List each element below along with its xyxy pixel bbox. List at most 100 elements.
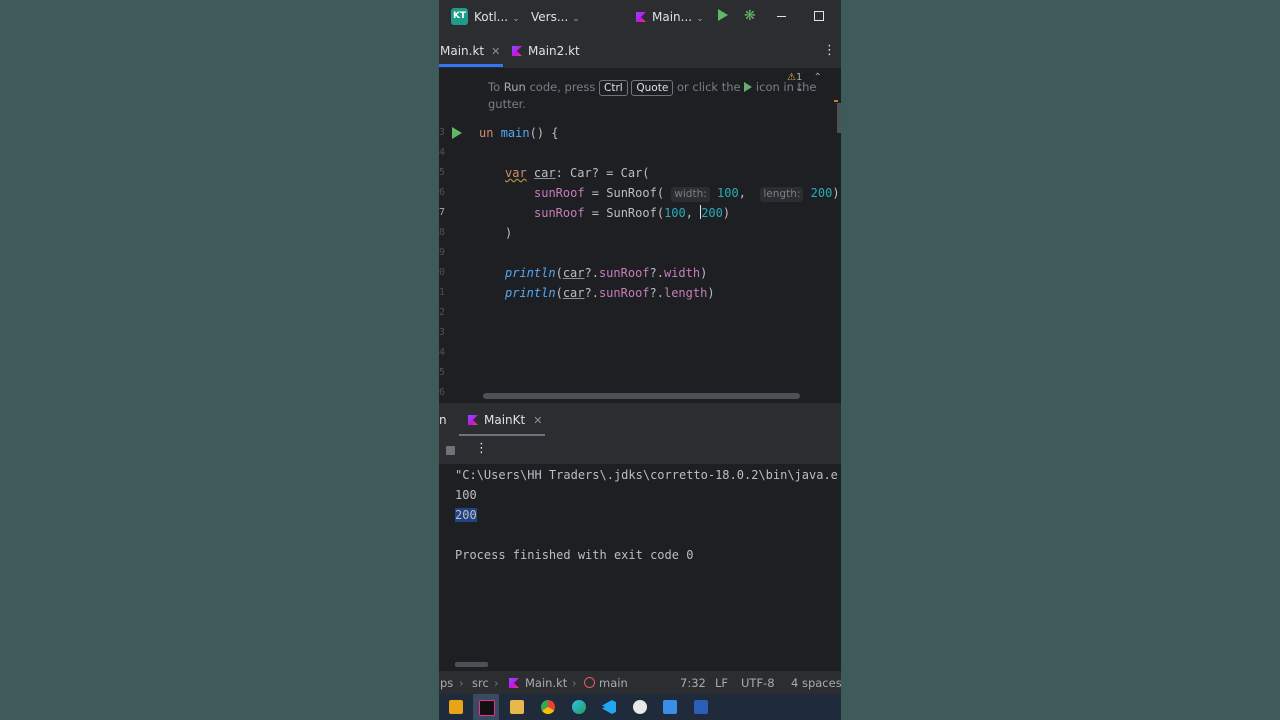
parameter-hint: length: [760,187,804,202]
run-tab-mainkt[interactable]: MainKt ✕ [468,413,542,427]
code-line: sunRoof = SunRoof( width: 100, length: 2… [534,186,840,202]
tab-label: Main.kt [440,44,485,58]
intellij-icon[interactable] [479,700,495,716]
line-number: 3 [439,127,446,138]
run-tab-label: MainKt [484,413,526,427]
run-config-label: Main... [652,10,693,24]
line-number: 9 [439,247,446,258]
selected-text: 200 [455,508,477,522]
breadcrumb-label: Main.kt [525,676,568,690]
kotlin-file-icon [509,678,519,688]
code-line-current: sunRoof = SunRoof(100, 200) [534,205,731,220]
breadcrumb-function[interactable]: main [584,676,628,690]
code-editor[interactable]: ⚠1 ⌃ ⌄ To Run code, press Ctrl Quote or … [439,68,841,402]
hint-text: or click the [673,80,745,94]
line-number: 6 [439,187,446,198]
line-number: 3 [439,327,446,338]
title-bar: KT Kotl... ⌄ Vers... ⌄ Main... ⌄ ❋ [439,0,841,34]
breadcrumb-separator: › [572,676,577,690]
more-options-icon[interactable]: ⋮ [475,441,488,456]
close-icon[interactable]: ✕ [491,45,500,58]
horizontal-scrollbar[interactable] [455,662,488,667]
word-icon[interactable] [694,700,708,714]
vscode-icon[interactable] [602,700,616,714]
minimize-icon[interactable] [777,16,786,17]
run-icon[interactable] [718,9,728,21]
hint-run: Run [503,80,526,94]
chrome-icon[interactable] [541,700,555,714]
breadcrumb-item[interactable]: src [472,676,489,690]
breadcrumb-file[interactable]: Main.kt [509,676,567,690]
code-line: println(car?.sunRoof?.width) [505,266,708,280]
run-tool-window-header: n MainKt ✕ [439,402,841,437]
android-studio-icon[interactable] [633,700,647,714]
line-number: 4 [439,347,446,358]
photos-icon[interactable] [663,700,677,714]
function-error-icon [584,677,595,688]
chevron-down-icon: ⌄ [512,14,520,24]
tab-main2-kt[interactable]: Main2.kt [512,44,580,58]
project-name: Kotl... [474,10,509,24]
horizontal-scrollbar[interactable] [483,393,800,399]
ide-window: KT Kotl... ⌄ Vers... ⌄ Main... ⌄ ❋ Main.kt ✕… [439,0,841,720]
line-number: 6 [439,387,446,398]
breadcrumb-separator: › [459,676,464,690]
vcs-label: Vers... [531,10,569,24]
project-badge[interactable]: KT [451,8,468,25]
breadcrumb-separator: › [494,676,499,690]
vcs-selector[interactable]: Vers... ⌄ [531,10,580,24]
code-line: println(car?.sunRoof?.length) [505,286,715,300]
edge-icon[interactable] [572,700,586,714]
run-panel-title: n [439,413,447,427]
tab-label: Main2.kt [528,44,580,58]
close-icon[interactable]: ✕ [533,414,542,427]
file-explorer-icon[interactable] [510,700,524,714]
status-bar: ps › src › Main.kt › main 7:32 LF UTF-8 … [439,670,841,695]
active-tab-indicator [439,64,503,67]
indent-setting[interactable]: 4 spaces [791,676,841,690]
warning-stripe[interactable] [834,100,838,102]
chevron-down-icon: ⌄ [696,14,704,24]
maximize-icon[interactable] [814,11,824,21]
run-gutter-icon[interactable] [452,127,462,139]
code-line: ) [505,226,513,240]
code-line: un main() { [479,126,559,140]
run-toolbar: ⋮ [439,436,841,464]
project-selector[interactable]: Kotl... ⌄ [474,10,520,24]
key-ctrl: Ctrl [599,80,628,96]
debug-icon[interactable]: ❋ [744,8,756,24]
line-number-current: 7 [439,207,446,218]
console-line: "C:\Users\HH Traders\.jdks\corretto-18.0… [455,468,838,482]
sublime-text-icon[interactable] [449,700,463,714]
kotlin-file-icon [636,12,646,22]
caret-position[interactable]: 7:32 [680,676,706,690]
kotlin-file-icon [512,46,522,56]
run-hint: To Run code, press Ctrl Quote or click t… [488,79,828,113]
breadcrumb-item[interactable]: ps [440,676,453,690]
hint-text: To [488,80,504,94]
line-number: 1 [439,287,446,298]
chevron-down-icon: ⌄ [572,14,580,24]
code-line: var car: Car? = Car( [505,166,650,180]
vertical-scrollbar[interactable] [837,103,841,133]
run-config-selector[interactable]: Main... ⌄ [636,10,704,24]
line-number: 5 [439,167,446,178]
breadcrumb-label: main [599,676,628,690]
line-number: 8 [439,227,446,238]
hint-text: code, press [525,80,600,94]
console-line: Process finished with exit code 0 [455,548,694,562]
kotlin-file-icon [468,415,478,425]
line-number: 4 [439,147,446,158]
console-output[interactable]: "C:\Users\HH Traders\.jdks\corretto-18.0… [439,464,841,670]
line-number: 2 [439,307,446,318]
file-encoding[interactable]: UTF-8 [741,676,775,690]
stop-icon[interactable] [446,446,455,455]
os-taskbar [439,694,841,720]
console-line: 100 [455,488,477,502]
tab-main-kt[interactable]: Main.kt ✕ [440,44,500,58]
editor-tabs: Main.kt ✕ Main2.kt ⋮ [439,34,841,69]
more-options-icon[interactable]: ⋮ [823,43,836,58]
line-number: 0 [439,267,446,278]
line-separator[interactable]: LF [715,676,728,690]
hint-text: icon in the [752,80,817,94]
